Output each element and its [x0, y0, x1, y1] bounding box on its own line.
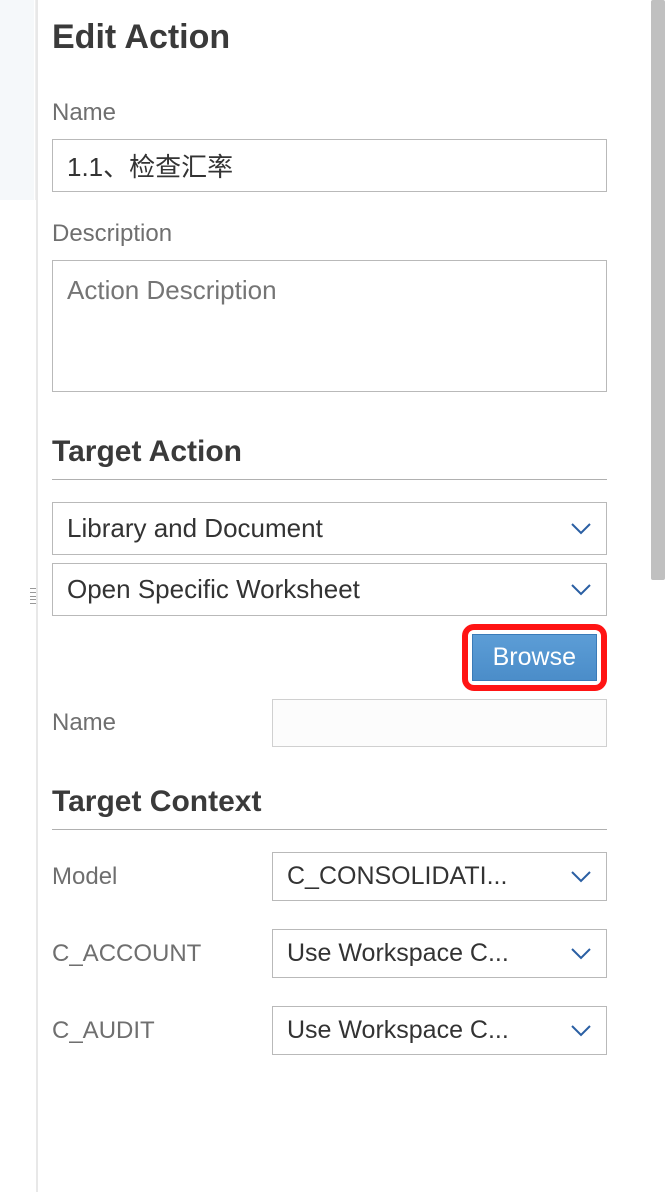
chevron-down-icon [570, 522, 592, 536]
audit-value: Use Workspace C... [287, 1016, 509, 1045]
vertical-scrollbar[interactable] [651, 0, 665, 580]
browse-row: Browse [52, 624, 607, 691]
context-label-audit: C_AUDIT [52, 1017, 272, 1045]
name-input[interactable] [52, 139, 607, 192]
target-action-header: Target Action [52, 435, 607, 480]
target-type-value: Library and Document [67, 513, 323, 544]
chevron-down-icon [570, 583, 592, 597]
name-label: Name [52, 99, 607, 127]
target-subtype-value: Open Specific Worksheet [67, 574, 360, 605]
panel-drag-handle[interactable] [30, 588, 36, 604]
target-context-header: Target Context [52, 785, 607, 830]
context-row-audit: C_AUDIT Use Workspace C... [52, 1006, 607, 1055]
target-name-label: Name [52, 709, 272, 737]
model-value: C_CONSOLIDATI... [287, 862, 507, 891]
panel-divider [36, 0, 38, 1192]
description-field-group: Description [52, 220, 607, 397]
browse-highlight: Browse [462, 624, 607, 691]
context-row-account: C_ACCOUNT Use Workspace C... [52, 929, 607, 978]
target-type-dropdown[interactable]: Library and Document [52, 502, 607, 555]
context-row-model: Model C_CONSOLIDATI... [52, 852, 607, 901]
target-subtype-dropdown[interactable]: Open Specific Worksheet [52, 563, 607, 616]
chevron-down-icon [570, 1024, 592, 1038]
model-dropdown[interactable]: C_CONSOLIDATI... [272, 852, 607, 901]
description-label: Description [52, 220, 607, 248]
account-value: Use Workspace C... [287, 939, 509, 968]
left-sidebar-edge [0, 0, 36, 200]
target-name-display [272, 699, 607, 747]
edit-action-panel: Edit Action Name Description Target Acti… [0, 0, 647, 1055]
context-label-model: Model [52, 863, 272, 891]
page-title: Edit Action [52, 18, 607, 57]
name-field-group: Name [52, 99, 607, 192]
browse-button[interactable]: Browse [472, 634, 597, 681]
target-name-row: Name [52, 699, 607, 747]
description-input[interactable] [52, 260, 607, 392]
context-label-account: C_ACCOUNT [52, 940, 272, 968]
chevron-down-icon [570, 947, 592, 961]
audit-dropdown[interactable]: Use Workspace C... [272, 1006, 607, 1055]
account-dropdown[interactable]: Use Workspace C... [272, 929, 607, 978]
chevron-down-icon [570, 870, 592, 884]
